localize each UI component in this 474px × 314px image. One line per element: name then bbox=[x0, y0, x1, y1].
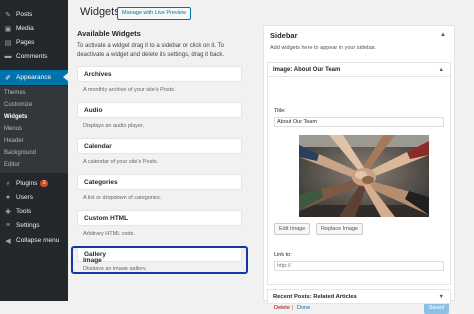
sidebar-widget-area: Sidebar ▲ Add widgets here to appear in … bbox=[263, 25, 455, 314]
sidebar-title: Sidebar bbox=[270, 31, 298, 40]
sidebar-collapse-toggle[interactable]: ▲ bbox=[440, 32, 446, 38]
team-hands-image bbox=[299, 135, 429, 217]
menu-item-label: Settings bbox=[16, 222, 40, 229]
collapse-icon: ◀ bbox=[5, 237, 11, 245]
comment-icon: ▬ bbox=[4, 53, 12, 60]
triangle-up-icon: ▲ bbox=[440, 32, 446, 38]
triangle-up-icon[interactable]: ▲ bbox=[439, 67, 444, 73]
widget-archives[interactable]: Archives bbox=[77, 66, 242, 82]
widget-custom-html[interactable]: Custom HTML bbox=[77, 210, 242, 226]
submenu-item-header[interactable]: Header bbox=[4, 138, 24, 144]
manage-live-preview-button[interactable]: Manage with Live Preview bbox=[117, 7, 191, 20]
image-widget-header[interactable]: Image: About Our Team ▲ bbox=[268, 63, 450, 77]
submenu-item-customize[interactable]: Customize bbox=[4, 102, 32, 108]
menu-item-label: Appearance bbox=[16, 74, 52, 81]
menu-item-label: Media bbox=[16, 25, 34, 32]
widget-calendar[interactable]: Calendar bbox=[77, 138, 242, 154]
image-widget-form: Image: About Our Team ▲ Title: About Our… bbox=[267, 62, 451, 314]
available-widgets-description: To activate a widget drag it to a sideba… bbox=[77, 43, 225, 58]
title-input[interactable] bbox=[274, 117, 444, 127]
widget-description: A calendar of your site's Posts. bbox=[83, 159, 159, 165]
widget-image[interactable]: Image bbox=[77, 253, 242, 269]
menu-item-label: Pages bbox=[16, 39, 35, 46]
menu-item-tools[interactable]: ✚ Tools bbox=[0, 205, 68, 218]
widget-description: A list or dropdown of categories. bbox=[83, 195, 162, 201]
submenu-item-themes[interactable]: Themes bbox=[4, 90, 26, 96]
submenu-item-editor[interactable]: Editor bbox=[4, 162, 20, 168]
page-title: Widgets bbox=[80, 6, 120, 18]
saved-button[interactable]: Saved bbox=[424, 303, 449, 314]
edit-image-button[interactable]: Edit Image bbox=[274, 223, 311, 235]
triangle-down-icon[interactable]: ▼ bbox=[439, 294, 444, 300]
recent-posts-widget-title: Recent Posts: Related Articles bbox=[273, 294, 357, 300]
plug-icon: ⚡ bbox=[5, 180, 11, 188]
pages-icon: ▤ bbox=[4, 39, 12, 47]
recent-posts-widget[interactable]: Recent Posts: Related Articles ▼ bbox=[267, 289, 451, 304]
collapse-menu-button[interactable]: ◀ Collapse menu bbox=[0, 234, 68, 247]
menu-item-plugins[interactable]: ⚡ Plugins 2 bbox=[0, 177, 68, 190]
menu-item-label: Comments bbox=[16, 53, 48, 60]
submenu-item-menus[interactable]: Menus bbox=[4, 126, 22, 132]
link-to-label: Link to: bbox=[274, 252, 292, 258]
available-widgets-heading: Available Widgets bbox=[77, 29, 141, 38]
plugins-update-badge: 2 bbox=[40, 180, 49, 187]
menu-item-label: Users bbox=[16, 194, 33, 201]
delete-link[interactable]: Delete bbox=[274, 305, 290, 311]
menu-item-pages[interactable]: ▤ Pages bbox=[0, 36, 68, 49]
menu-item-media[interactable]: ▣ Media bbox=[0, 22, 68, 35]
menu-item-settings[interactable]: ≡ Settings bbox=[0, 219, 68, 232]
brush-icon: ✐ bbox=[5, 74, 11, 82]
menu-item-users[interactable]: ● Users bbox=[0, 191, 68, 204]
media-icon: ▣ bbox=[4, 25, 12, 33]
menu-item-label: Posts bbox=[16, 11, 33, 18]
menu-item-label: Collapse menu bbox=[16, 237, 60, 244]
menu-item-appearance[interactable]: ✐ Appearance bbox=[0, 70, 68, 85]
widget-description: Arbitrary HTML code. bbox=[83, 231, 136, 237]
submenu-item-widgets[interactable]: Widgets bbox=[4, 114, 27, 120]
submenu-item-background[interactable]: Background bbox=[4, 150, 36, 156]
menu-item-label: Plugins bbox=[16, 180, 38, 187]
wrench-icon: ✚ bbox=[5, 208, 11, 216]
pin-icon: ✎ bbox=[5, 11, 11, 19]
team-hands-photo-svg bbox=[299, 135, 429, 217]
user-icon: ● bbox=[5, 194, 11, 201]
widget-audio[interactable]: Audio bbox=[77, 102, 242, 118]
widget-categories[interactable]: Categories bbox=[77, 174, 242, 190]
admin-sidebar-menu: ✎ Posts ▣ Media ▤ Pages ▬ Comments ✐ App… bbox=[0, 0, 68, 301]
sidebar-description: Add widgets here to appear in your sideb… bbox=[270, 45, 377, 51]
widget-description: Displays an audio player. bbox=[83, 123, 145, 129]
link-url-input[interactable] bbox=[274, 261, 444, 271]
replace-image-button[interactable]: Replace Image bbox=[316, 223, 363, 235]
menu-item-comments[interactable]: ▬ Comments bbox=[0, 50, 68, 63]
menu-item-label: Tools bbox=[16, 208, 32, 215]
sliders-icon: ≡ bbox=[5, 222, 11, 229]
title-label: Title: bbox=[274, 108, 286, 114]
separator: | bbox=[292, 305, 294, 311]
widget-description: A monthly archive of your site's Posts. bbox=[83, 87, 176, 93]
appearance-submenu: Themes Customize Widgets Menus Header Ba… bbox=[0, 86, 68, 173]
image-widget-title: Image: About Our Team bbox=[273, 67, 341, 73]
done-link[interactable]: Done bbox=[297, 305, 310, 311]
menu-item-posts[interactable]: ✎ Posts bbox=[0, 8, 68, 21]
